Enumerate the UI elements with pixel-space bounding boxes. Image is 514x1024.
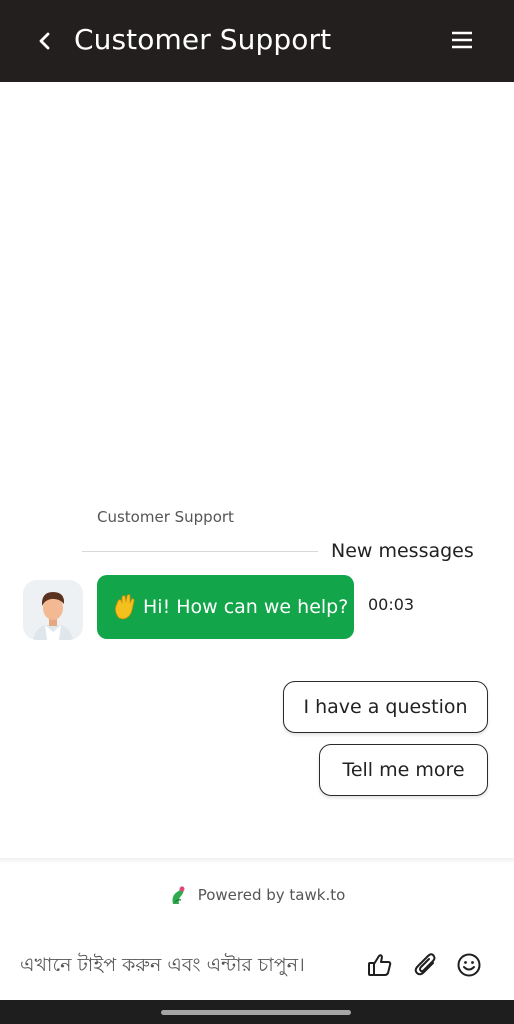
home-indicator[interactable] (161, 1010, 351, 1015)
tawk-logo-icon (172, 886, 185, 904)
message-input[interactable] (20, 948, 350, 982)
powered-by-text: Powered by tawk.to (197, 886, 346, 904)
quick-reply-tell-more[interactable]: Tell me more (319, 744, 488, 796)
menu-button[interactable] (446, 24, 478, 56)
agent-message-bubble: Hi! How can we help? (97, 575, 354, 639)
quick-reply-question[interactable]: I have a question (283, 681, 488, 733)
smiley-icon (457, 953, 481, 977)
thumbs-up-icon (368, 954, 392, 976)
footer-divider (0, 858, 514, 864)
page-title: Customer Support (74, 23, 332, 56)
thumbs-up-button[interactable] (367, 952, 393, 978)
chevron-left-icon (39, 32, 50, 50)
hamburger-menu-icon (452, 31, 472, 49)
powered-by-link[interactable]: Powered by tawk.to (0, 882, 514, 908)
message-text: Hi! How can we help? (143, 596, 349, 618)
new-messages-label: New messages (331, 540, 474, 562)
waving-hand-icon (115, 594, 135, 620)
paperclip-icon (414, 953, 436, 976)
app-header: Customer Support (0, 0, 514, 82)
person-avatar-icon (23, 580, 83, 640)
agent-avatar (23, 580, 83, 640)
message-composer (0, 940, 514, 992)
back-button[interactable] (30, 26, 60, 56)
attach-file-button[interactable] (413, 952, 439, 978)
sender-name: Customer Support (97, 508, 234, 526)
emoji-button[interactable] (456, 952, 482, 978)
message-time: 00:03 (368, 595, 415, 614)
system-nav-bar (0, 1000, 514, 1024)
new-messages-divider (82, 551, 318, 552)
